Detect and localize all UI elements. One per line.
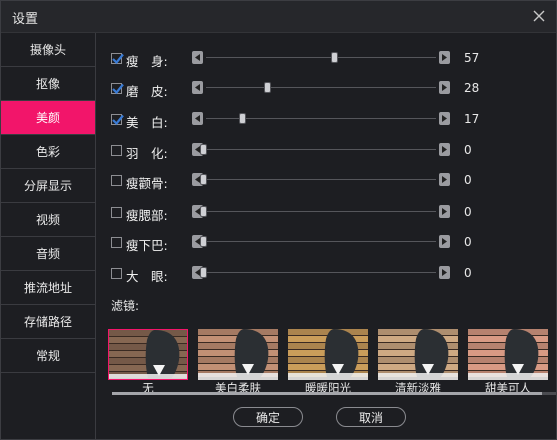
sidebar-item-color[interactable]: 色彩 <box>1 135 95 169</box>
checkbox-whitening[interactable] <box>111 114 124 126</box>
sidebar-item-general[interactable]: 常规 <box>1 339 95 373</box>
filter-strip: 无 美白柔肤 暖暖阳光 清新淡雅 甜美可人 <box>108 329 556 393</box>
filter-item-warm-sunshine[interactable]: 暖暖阳光 <box>288 329 368 393</box>
checkbox-slim-body[interactable] <box>111 53 124 65</box>
checkbox-feather[interactable] <box>111 145 122 156</box>
window-title: 设置 <box>12 12 39 27</box>
slider-thumb[interactable] <box>200 236 207 247</box>
slider-row-big-eyes: 大 眼: 0 <box>96 264 556 284</box>
slider-row-slim-body: 瘦 身: 57 <box>96 49 556 69</box>
slider-track[interactable] <box>206 272 436 273</box>
sidebar-item-beauty[interactable]: 美颜 <box>1 101 95 135</box>
slider-track[interactable] <box>206 57 436 58</box>
slider-track[interactable] <box>206 211 436 212</box>
slider-label: 磨 皮: <box>126 84 168 99</box>
slider-track[interactable] <box>206 149 436 150</box>
close-icon[interactable] <box>530 7 548 25</box>
filter-scrollbar-thumb[interactable] <box>112 392 542 395</box>
increase-arrow-icon[interactable] <box>439 112 450 125</box>
filter-thumbnail <box>198 329 278 380</box>
ok-button[interactable]: 确定 <box>233 407 303 427</box>
slider-label: 瘦下巴: <box>126 238 168 253</box>
filter-scrollbar[interactable] <box>112 392 556 395</box>
slider-label: 美 白: <box>126 115 168 130</box>
slider-label: 瘦腮部: <box>126 208 168 223</box>
settings-window: 设置 摄像头 抠像 美颜 色彩 分屏显示 视频 音频 推流地址 存储路径 常规 … <box>0 0 557 440</box>
slider-thumb[interactable] <box>264 82 271 93</box>
filter-title: 滤镜: <box>111 299 140 313</box>
slider-thumb[interactable] <box>200 267 207 278</box>
sidebar-item-split-screen[interactable]: 分屏显示 <box>1 169 95 203</box>
slider-thumb[interactable] <box>200 174 207 185</box>
title-bar: 设置 <box>1 1 556 33</box>
sidebar: 摄像头 抠像 美颜 色彩 分屏显示 视频 音频 推流地址 存储路径 常规 <box>1 33 96 439</box>
increase-arrow-icon[interactable] <box>439 205 450 218</box>
filter-item-sweet[interactable]: 甜美可人 <box>468 329 548 393</box>
checkbox-slim-chin[interactable] <box>111 237 122 248</box>
filter-item-fresh-elegant[interactable]: 清新淡雅 <box>378 329 458 393</box>
sidebar-item-audio[interactable]: 音频 <box>1 237 95 271</box>
slider-value: 0 <box>464 235 472 249</box>
slider-value: 0 <box>464 266 472 280</box>
beauty-panel: 瘦 身: 57 磨 皮: 28 美 白: 17 羽 化: 0 瘦颧骨: 0 瘦腮部: 0 瘦下巴: 0 大 … <box>96 33 556 439</box>
slider-label: 瘦颧骨: <box>126 176 168 191</box>
checkbox-slim-cheek[interactable] <box>111 207 122 218</box>
sidebar-item-video[interactable]: 视频 <box>1 203 95 237</box>
sidebar-item-stream-url[interactable]: 推流地址 <box>1 271 95 305</box>
slider-row-whitening: 美 白: 17 <box>96 110 556 130</box>
increase-arrow-icon[interactable] <box>439 51 450 64</box>
increase-arrow-icon[interactable] <box>439 81 450 94</box>
slider-track[interactable] <box>206 179 436 180</box>
sidebar-item-camera[interactable]: 摄像头 <box>1 33 95 67</box>
filter-thumbnail <box>108 329 188 380</box>
filter-thumbnail <box>288 329 368 380</box>
increase-arrow-icon[interactable] <box>439 235 450 248</box>
slider-value: 57 <box>464 51 480 65</box>
slider-row-slim-chin: 瘦下巴: 0 <box>96 233 556 253</box>
sidebar-item-storage-path[interactable]: 存储路径 <box>1 305 95 339</box>
filter-item-none[interactable]: 无 <box>108 329 188 393</box>
decrease-arrow-icon[interactable] <box>192 112 203 125</box>
slider-row-slim-cheekbone: 瘦颧骨: 0 <box>96 171 556 191</box>
increase-arrow-icon[interactable] <box>439 266 450 279</box>
decrease-arrow-icon[interactable] <box>192 51 203 64</box>
slider-thumb[interactable] <box>200 206 207 217</box>
sidebar-item-keying[interactable]: 抠像 <box>1 67 95 101</box>
slider-track[interactable] <box>206 87 436 88</box>
slider-value: 0 <box>464 173 472 187</box>
checkbox-smooth-skin[interactable] <box>111 83 124 95</box>
decrease-arrow-icon[interactable] <box>192 81 203 94</box>
filter-item-whitening[interactable]: 美白柔肤 <box>198 329 278 393</box>
increase-arrow-icon[interactable] <box>439 143 450 156</box>
slider-value: 0 <box>464 205 472 219</box>
filter-thumbnail <box>468 329 548 380</box>
increase-arrow-icon[interactable] <box>439 173 450 186</box>
slider-value: 0 <box>464 143 472 157</box>
slider-track[interactable] <box>206 241 436 242</box>
slider-thumb[interactable] <box>200 144 207 155</box>
checkbox-slim-cheekbone[interactable] <box>111 175 122 186</box>
slider-value: 28 <box>464 81 480 95</box>
slider-label: 瘦 身: <box>126 54 168 69</box>
slider-value: 17 <box>464 112 480 126</box>
slider-row-slim-cheek: 瘦腮部: 0 <box>96 203 556 223</box>
slider-row-feather: 羽 化: 0 <box>96 141 556 161</box>
slider-label: 大 眼: <box>126 269 168 284</box>
cancel-button[interactable]: 取消 <box>336 407 406 427</box>
slider-row-smooth-skin: 磨 皮: 28 <box>96 79 556 99</box>
slider-thumb[interactable] <box>331 52 338 63</box>
slider-thumb[interactable] <box>239 113 246 124</box>
slider-label: 羽 化: <box>126 146 168 161</box>
filter-thumbnail <box>378 329 458 380</box>
checkbox-big-eyes[interactable] <box>111 268 122 279</box>
